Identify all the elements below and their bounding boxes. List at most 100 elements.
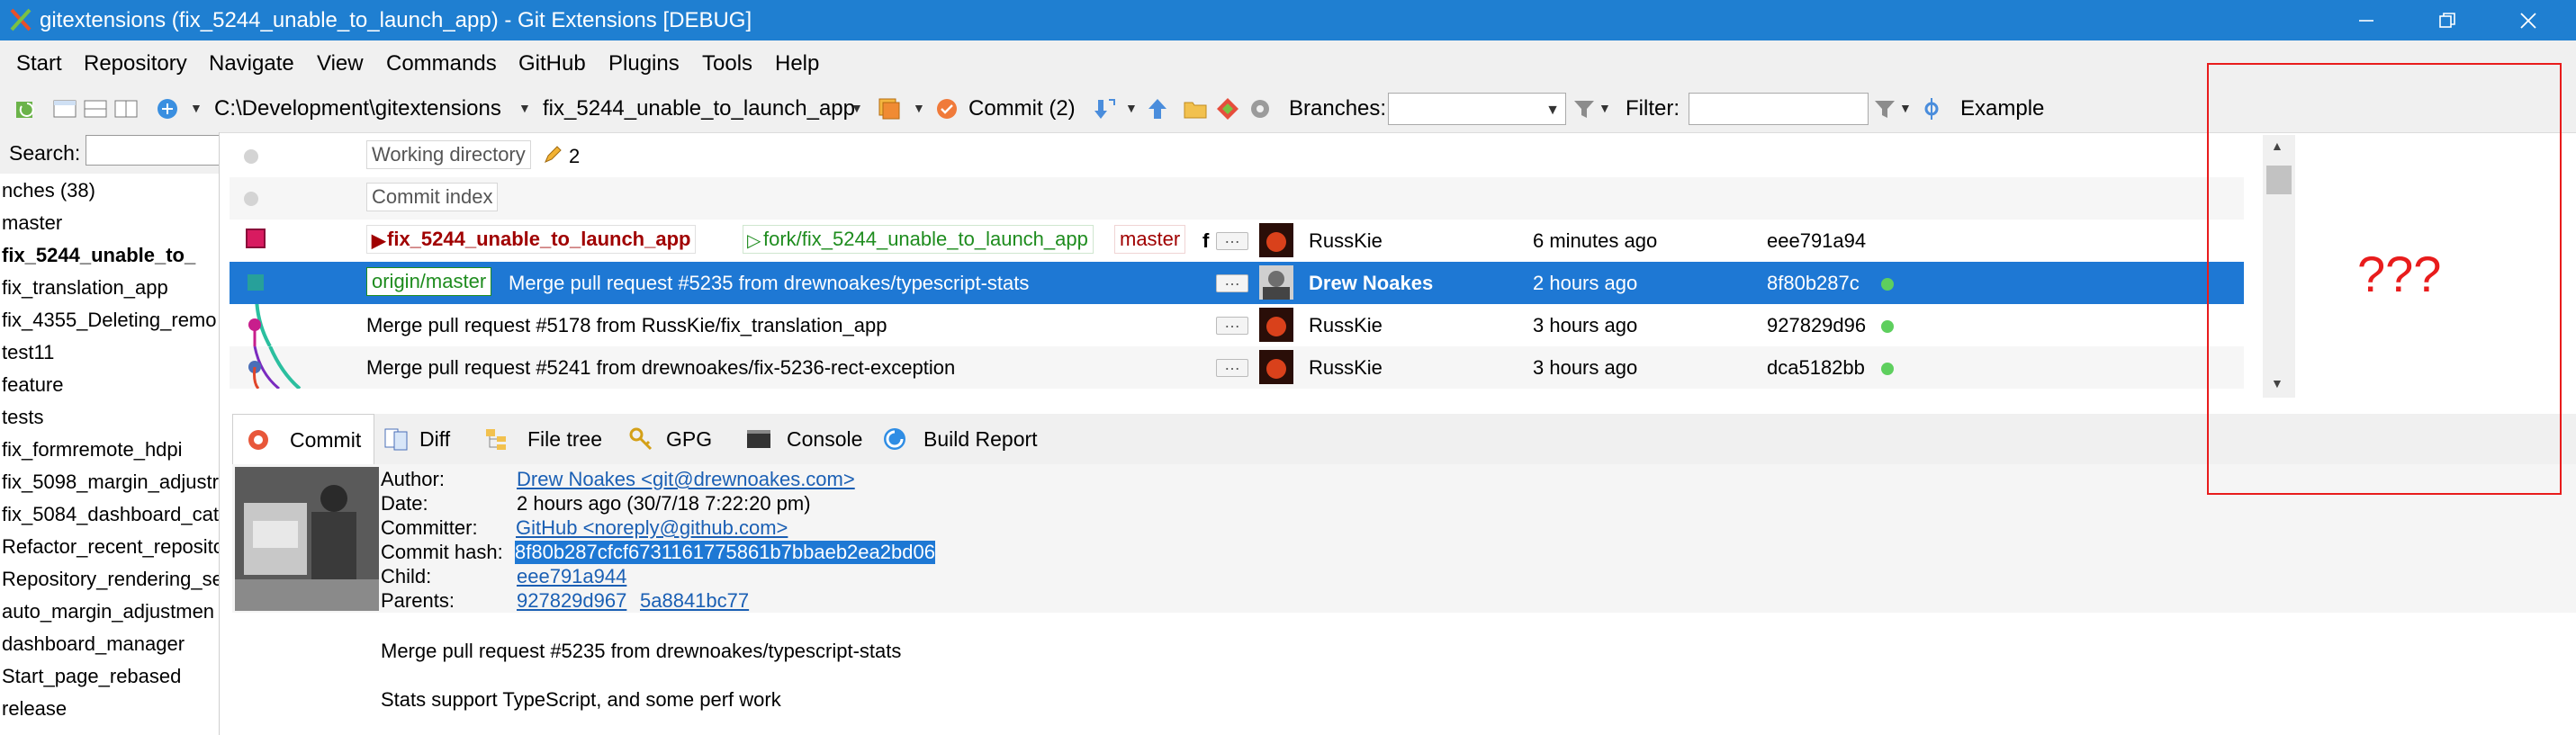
branch-item[interactable]: feature (2, 373, 64, 397)
commit-message-title: Merge pull request #5235 from drewnoakes… (381, 640, 902, 662)
commit-date: 2 hours ago (1533, 272, 1638, 294)
branch-item[interactable]: fix_4355_Deleting_remo (2, 309, 217, 332)
author-link[interactable]: Drew Noakes <git@drewnoakes.com> (517, 468, 855, 491)
restore-icon (2439, 12, 2455, 28)
menu-help[interactable]: Help (775, 51, 819, 76)
chevron-down-icon[interactable]: ▼ (1899, 101, 1912, 115)
branch-item[interactable]: fix_formremote_hdpi (2, 438, 183, 462)
restore-button[interactable] (2407, 0, 2488, 40)
chevron-down-icon[interactable]: ▼ (190, 101, 203, 115)
committer-link[interactable]: GitHub <noreply@github.com> (516, 516, 788, 540)
search-row: Search: (0, 132, 219, 174)
repo-objects-tree: Search: nches (38) master fix_5244_unabl… (0, 132, 220, 735)
more-button[interactable]: … (1216, 356, 1248, 377)
close-button[interactable] (2488, 0, 2569, 40)
build-report-icon (884, 428, 905, 450)
layout-single-icon[interactable] (52, 96, 77, 121)
branches-node[interactable]: nches (38) (2, 179, 95, 202)
more-button[interactable]: … (1216, 314, 1248, 335)
filter-icon[interactable] (1872, 96, 1897, 121)
working-directory-count: 2 (569, 145, 581, 167)
menu-tools[interactable]: Tools (702, 51, 752, 76)
revision-row[interactable]: Merge pull request #5241 from drewnoakes… (230, 346, 2244, 389)
tab-label: Commit (290, 428, 362, 452)
folder-icon[interactable] (1183, 96, 1208, 121)
branch-item[interactable]: auto_margin_adjustmen (2, 600, 214, 623)
pull-icon[interactable] (1093, 96, 1118, 121)
date-value: 2 hours ago (30/7/18 7:22:20 pm) (517, 492, 811, 515)
menu-view[interactable]: View (317, 51, 364, 76)
menu-commands[interactable]: Commands (386, 51, 497, 76)
revision-row[interactable]: Merge pull request #5178 from RussKie/fi… (230, 304, 2244, 346)
tab-build-report[interactable]: Build Report (873, 414, 1053, 464)
commit-icon[interactable] (934, 96, 959, 121)
layout-columns-icon[interactable] (113, 96, 139, 121)
example-plugin-button[interactable]: Example (1960, 96, 2044, 121)
branches-dropdown[interactable]: ▼ (1388, 93, 1566, 125)
local-ref-badge[interactable]: master (1114, 225, 1186, 254)
globe-icon[interactable] (155, 96, 180, 121)
layout-split-icon[interactable] (83, 96, 108, 121)
filter-input[interactable] (1689, 93, 1869, 125)
branch-item[interactable]: dashboard_manager (2, 632, 185, 656)
author: Drew Noakes (1309, 272, 1434, 294)
revision-graph-lines (248, 346, 302, 389)
chevron-down-icon[interactable]: ▼ (518, 101, 531, 115)
minimize-button[interactable] (2326, 0, 2407, 40)
branch-filter-icon[interactable] (1572, 96, 1597, 121)
tab-diff[interactable]: Diff (374, 414, 466, 464)
commit-hash-value[interactable]: 8f80b287cfcf6731161775861b7bbaeb2ea2bd06 (515, 541, 935, 564)
branch-item[interactable]: test11 (2, 341, 54, 364)
remote-ref-badge[interactable]: origin/master (366, 267, 492, 296)
pencil-icon (545, 146, 562, 163)
menu-github[interactable]: GitHub (518, 51, 586, 76)
branch-item[interactable]: fix_translation_app (2, 276, 168, 300)
refresh-icon[interactable] (14, 96, 40, 121)
branch-item[interactable]: Refactor_recent_reposito (2, 535, 219, 559)
tab-console[interactable]: Console (736, 414, 871, 464)
avatar (1259, 223, 1293, 257)
tab-commit[interactable]: Commit (232, 414, 374, 464)
settings-gear-icon[interactable] (1247, 96, 1273, 121)
commit-button[interactable]: Commit (2) (968, 96, 1076, 121)
revision-row[interactable]: ▶ fix_5244_unable_to_launch_app ▷ fork/f… (230, 220, 2244, 262)
tab-file-tree[interactable]: File tree (475, 414, 619, 464)
branch-item[interactable]: Repository_rendering_se (2, 568, 219, 591)
git-gui-icon[interactable] (1215, 96, 1240, 121)
head-ref-badge[interactable]: ▶ fix_5244_unable_to_launch_app (366, 225, 697, 254)
annotation-box: ??? (2207, 63, 2562, 495)
branch-item[interactable]: tests (2, 406, 43, 429)
chevron-down-icon[interactable]: ▼ (913, 101, 925, 115)
menu-repository[interactable]: Repository (84, 51, 187, 76)
branch-item[interactable]: fix_5098_margin_adjustr (2, 471, 219, 494)
committer-label: Committer: (381, 516, 478, 539)
child-link[interactable]: eee791a944 (517, 565, 626, 588)
branch-item[interactable]: Start_page_rebased (2, 665, 181, 688)
more-button[interactable]: … (1216, 272, 1248, 292)
working-directory-row[interactable]: Working directory 2 (230, 135, 2244, 177)
show-first-parent-icon[interactable] (1919, 96, 1944, 121)
branch-item-active[interactable]: fix_5244_unable_to_ (2, 244, 195, 267)
tab-gpg[interactable]: GPG (619, 414, 727, 464)
revision-row-selected[interactable]: origin/master Merge pull request #5235 f… (230, 262, 2244, 304)
file-tree-icon (486, 429, 506, 450)
menu-start[interactable]: Start (16, 51, 62, 76)
chevron-down-icon[interactable]: ▼ (1125, 101, 1138, 115)
push-icon[interactable] (1145, 96, 1170, 121)
more-refs-button[interactable]: … (1216, 229, 1248, 250)
branch-item[interactable]: release (2, 697, 67, 721)
parent-link[interactable]: 927829d967 (517, 589, 626, 613)
branch-item[interactable]: master (2, 211, 62, 235)
current-branch[interactable]: fix_5244_unable_to_launch_app (543, 96, 855, 121)
menu-navigate[interactable]: Navigate (209, 51, 294, 76)
menu-plugins[interactable]: Plugins (608, 51, 680, 76)
chevron-down-icon[interactable]: ▼ (851, 101, 863, 115)
commit-index-row[interactable]: Commit index (230, 177, 2244, 220)
repo-path[interactable]: C:\Development\gitextensions (214, 96, 501, 121)
parent-link[interactable]: 5a8841bc77 (640, 589, 749, 613)
stash-icon[interactable] (877, 96, 902, 121)
chevron-down-icon[interactable]: ▼ (1599, 101, 1611, 115)
search-input[interactable] (86, 135, 219, 166)
branch-item[interactable]: fix_5084_dashboard_cat (2, 503, 219, 526)
remote-ref-badge[interactable]: ▷ fork/fix_5244_unable_to_launch_app (743, 225, 1094, 254)
